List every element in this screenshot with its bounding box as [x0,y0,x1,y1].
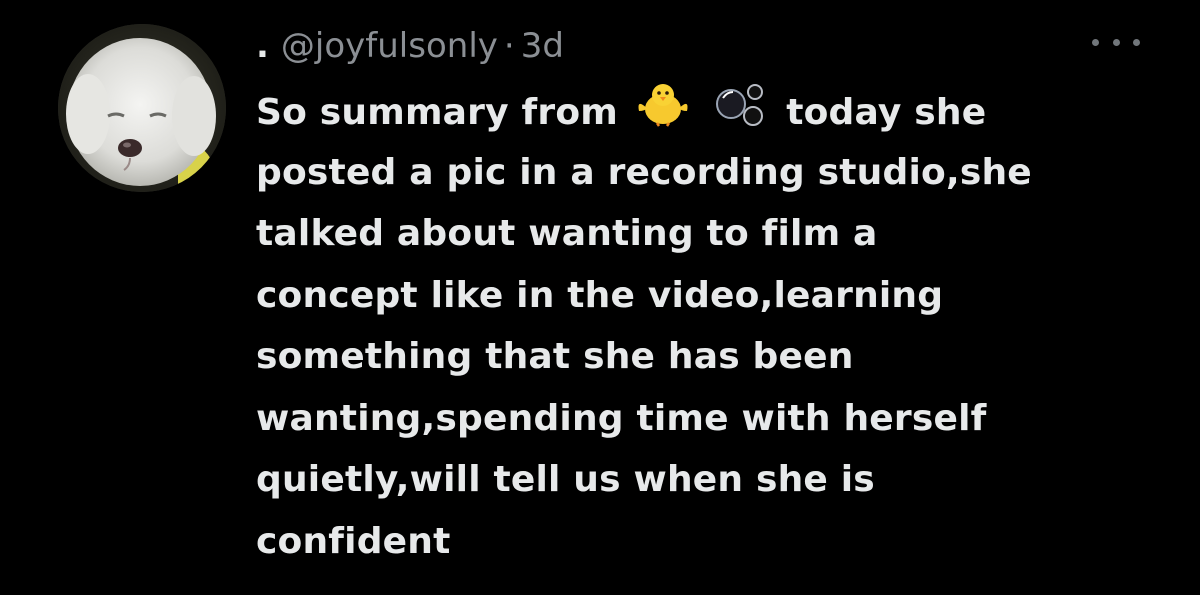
name-prefix[interactable]: . [256,26,269,66]
tweet-line-6: wanting,spending time with herself [256,397,987,439]
more-dot [1133,38,1140,46]
tweet-line-5: something that she has been [256,336,854,377]
avatar[interactable] [58,24,226,192]
timestamp[interactable]: 3d [521,26,564,66]
more-horizontal-icon[interactable] [1092,30,1140,54]
tweet-text: So summary from today she posted a pic i… [256,80,1156,572]
more-dot [1092,38,1099,46]
chick-emoji [635,81,691,147]
separator: · [503,26,515,66]
bubbles-emoji [711,80,769,148]
dog-avatar-image [58,24,226,192]
more-dot [1112,38,1120,46]
tweet-line-4: concept like in the video,learning [256,274,944,316]
tweet-line-3: talked about wanting to film a [256,213,878,254]
tweet-line-7: quietly,will tell us when she is [256,459,875,500]
tweet-line-8: confident [256,520,451,562]
tweet-line-1-before: So summary from [256,91,618,133]
tweet[interactable]: . @joyfulsonly · 3d So summary from toda… [0,0,1200,595]
tweet-line-1: So summary from today she [256,80,1156,142]
tweet-line-2: posted a pic in a recording studio,she [256,151,1032,193]
tweet-line-1-after: today she [786,91,987,133]
tweet-header: . @joyfulsonly · 3d [256,22,564,70]
user-handle[interactable]: @joyfulsonly [281,26,498,66]
